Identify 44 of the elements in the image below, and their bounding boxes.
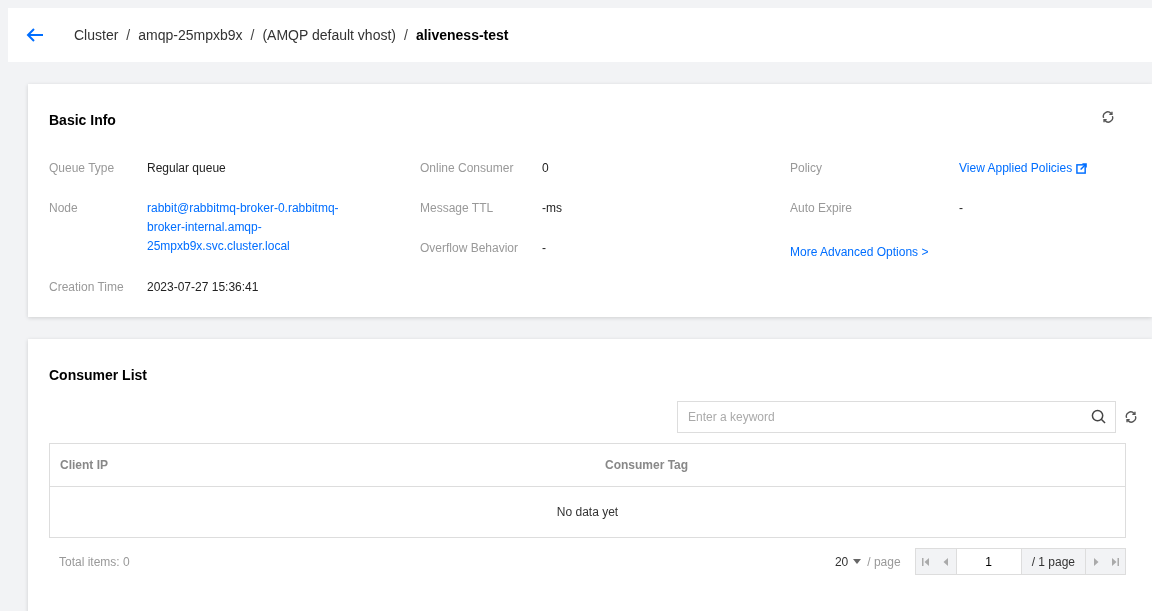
card-title: Basic Info xyxy=(49,111,116,130)
back-arrow-icon[interactable] xyxy=(26,28,44,42)
breadcrumb-separator: / xyxy=(126,25,131,45)
breadcrumb-link[interactable]: Cluster xyxy=(74,24,119,46)
field-label: Creation Time xyxy=(49,279,125,296)
first-page-icon xyxy=(921,557,930,566)
card-title: Consumer List xyxy=(49,367,147,383)
per-page-label: / page xyxy=(867,553,901,571)
breadcrumb-link[interactable]: amqp-25mpxb9x xyxy=(138,24,243,46)
column-header: Client IP xyxy=(59,457,109,474)
field-label: Message TTL xyxy=(420,200,495,217)
field-label: Policy xyxy=(790,160,823,177)
search-icon[interactable] xyxy=(1091,409,1106,424)
field-value: Regular queue xyxy=(147,160,226,177)
right-triangle-icon xyxy=(1092,557,1099,566)
page-count: / 1 page xyxy=(1030,553,1076,571)
page-input[interactable]: 1 xyxy=(955,549,1022,574)
page-size-select[interactable]: 20 xyxy=(834,552,862,571)
search-field[interactable]: Enter a keyword xyxy=(677,401,1116,433)
policies-link[interactable]: View Applied Policies xyxy=(959,159,1073,177)
field-label: Queue Type xyxy=(49,160,116,177)
field-value: -ms xyxy=(542,200,562,217)
field-label: Node xyxy=(49,200,79,217)
breadcrumb-link[interactable]: (AMQP default vhost) xyxy=(262,24,396,46)
refresh-icon[interactable] xyxy=(1124,410,1138,424)
external-link-icon xyxy=(1076,162,1088,174)
field-value: - xyxy=(542,240,546,257)
current-page-title: aliveness-test xyxy=(415,25,509,45)
field-value: 2023-07-27 15:36:41 xyxy=(147,279,259,296)
field-value: 0 xyxy=(542,160,549,177)
breadcrumb-separator: / xyxy=(404,25,408,45)
left-triangle-icon xyxy=(942,557,949,566)
field-label: Auto Expire xyxy=(790,200,854,217)
field-label: Overflow Behavior xyxy=(420,240,520,257)
refresh-icon[interactable] xyxy=(1101,110,1115,124)
more-options-link[interactable]: More Advanced Options > xyxy=(790,245,929,259)
column-header: Consumer Tag xyxy=(605,457,689,474)
empty-table-message: No data yet xyxy=(556,504,619,521)
field-label: Online Consumer xyxy=(420,160,515,177)
field-value: - xyxy=(959,200,963,217)
last-page-icon xyxy=(1111,557,1119,566)
breadcrumb-separator: / xyxy=(250,25,255,45)
node-link[interactable]: rabbit@rabbitmq-broker-0.rabbitmq-broker-internal.amqp-25mpxb9x.svc.cluster.local xyxy=(147,199,362,256)
total-items: Total items: 0 xyxy=(59,553,130,571)
